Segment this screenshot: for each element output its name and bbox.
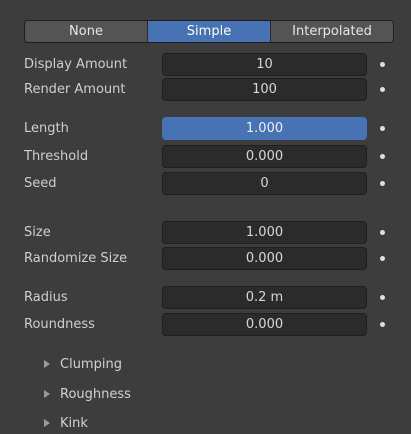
render-amount-label: Render Amount — [24, 82, 126, 97]
seed-row: Seed 0 — [0, 172, 411, 195]
size-row: Size 1.000 — [0, 221, 411, 244]
roundness-row: Roundness 0.000 — [0, 313, 411, 336]
roughness-subpanel-header[interactable]: Roughness — [44, 385, 131, 405]
seed-keyframe-dot-icon[interactable] — [380, 181, 385, 186]
display-amount-row: Display Amount 10 — [0, 53, 411, 76]
size-field[interactable]: 1.000 — [162, 221, 367, 244]
render-amount-field[interactable]: 100 — [162, 78, 367, 101]
children-properties-panel: None Simple Interpolated Display Amount … — [0, 0, 411, 434]
randomize-size-label: Randomize Size — [24, 251, 128, 266]
threshold-field[interactable]: 0.000 — [162, 145, 367, 168]
kink-subpanel-header[interactable]: Kink — [44, 414, 88, 434]
triangle-right-icon — [44, 359, 50, 368]
seed-label: Seed — [24, 176, 57, 191]
mode-interpolated-button[interactable]: Interpolated — [270, 21, 393, 42]
mode-simple-button[interactable]: Simple — [147, 21, 270, 42]
length-field[interactable]: 1.000 — [162, 117, 367, 140]
render-amount-row: Render Amount 100 — [0, 78, 411, 101]
randomize-size-keyframe-dot-icon[interactable] — [380, 256, 385, 261]
seed-field[interactable]: 0 — [162, 172, 367, 195]
radius-label: Radius — [24, 290, 68, 305]
triangle-right-icon — [44, 418, 50, 427]
roundness-field[interactable]: 0.000 — [162, 313, 367, 336]
clumping-subpanel-label: Clumping — [60, 357, 122, 372]
mode-none-button[interactable]: None — [25, 21, 147, 42]
length-row: Length 1.000 — [0, 117, 411, 140]
clumping-subpanel-header[interactable]: Clumping — [44, 355, 122, 375]
size-keyframe-dot-icon[interactable] — [380, 230, 385, 235]
triangle-right-icon — [44, 389, 50, 398]
roundness-label: Roundness — [24, 317, 95, 332]
display-amount-label: Display Amount — [24, 57, 128, 72]
threshold-label: Threshold — [24, 149, 89, 164]
render-amount-keyframe-dot-icon[interactable] — [380, 87, 385, 92]
child-mode-selector: None Simple Interpolated — [24, 20, 394, 43]
kink-subpanel-label: Kink — [60, 416, 88, 431]
length-keyframe-dot-icon[interactable] — [380, 126, 385, 131]
radius-field[interactable]: 0.2 m — [162, 286, 367, 309]
roughness-subpanel-label: Roughness — [60, 387, 131, 402]
threshold-row: Threshold 0.000 — [0, 145, 411, 168]
radius-keyframe-dot-icon[interactable] — [380, 295, 385, 300]
length-label: Length — [24, 121, 69, 136]
threshold-keyframe-dot-icon[interactable] — [380, 154, 385, 159]
display-amount-field[interactable]: 10 — [162, 53, 367, 76]
display-amount-keyframe-dot-icon[interactable] — [380, 62, 385, 67]
size-label: Size — [24, 225, 51, 240]
randomize-size-field[interactable]: 0.000 — [162, 247, 367, 270]
roundness-keyframe-dot-icon[interactable] — [380, 322, 385, 327]
randomize-size-row: Randomize Size 0.000 — [0, 247, 411, 270]
radius-row: Radius 0.2 m — [0, 286, 411, 309]
